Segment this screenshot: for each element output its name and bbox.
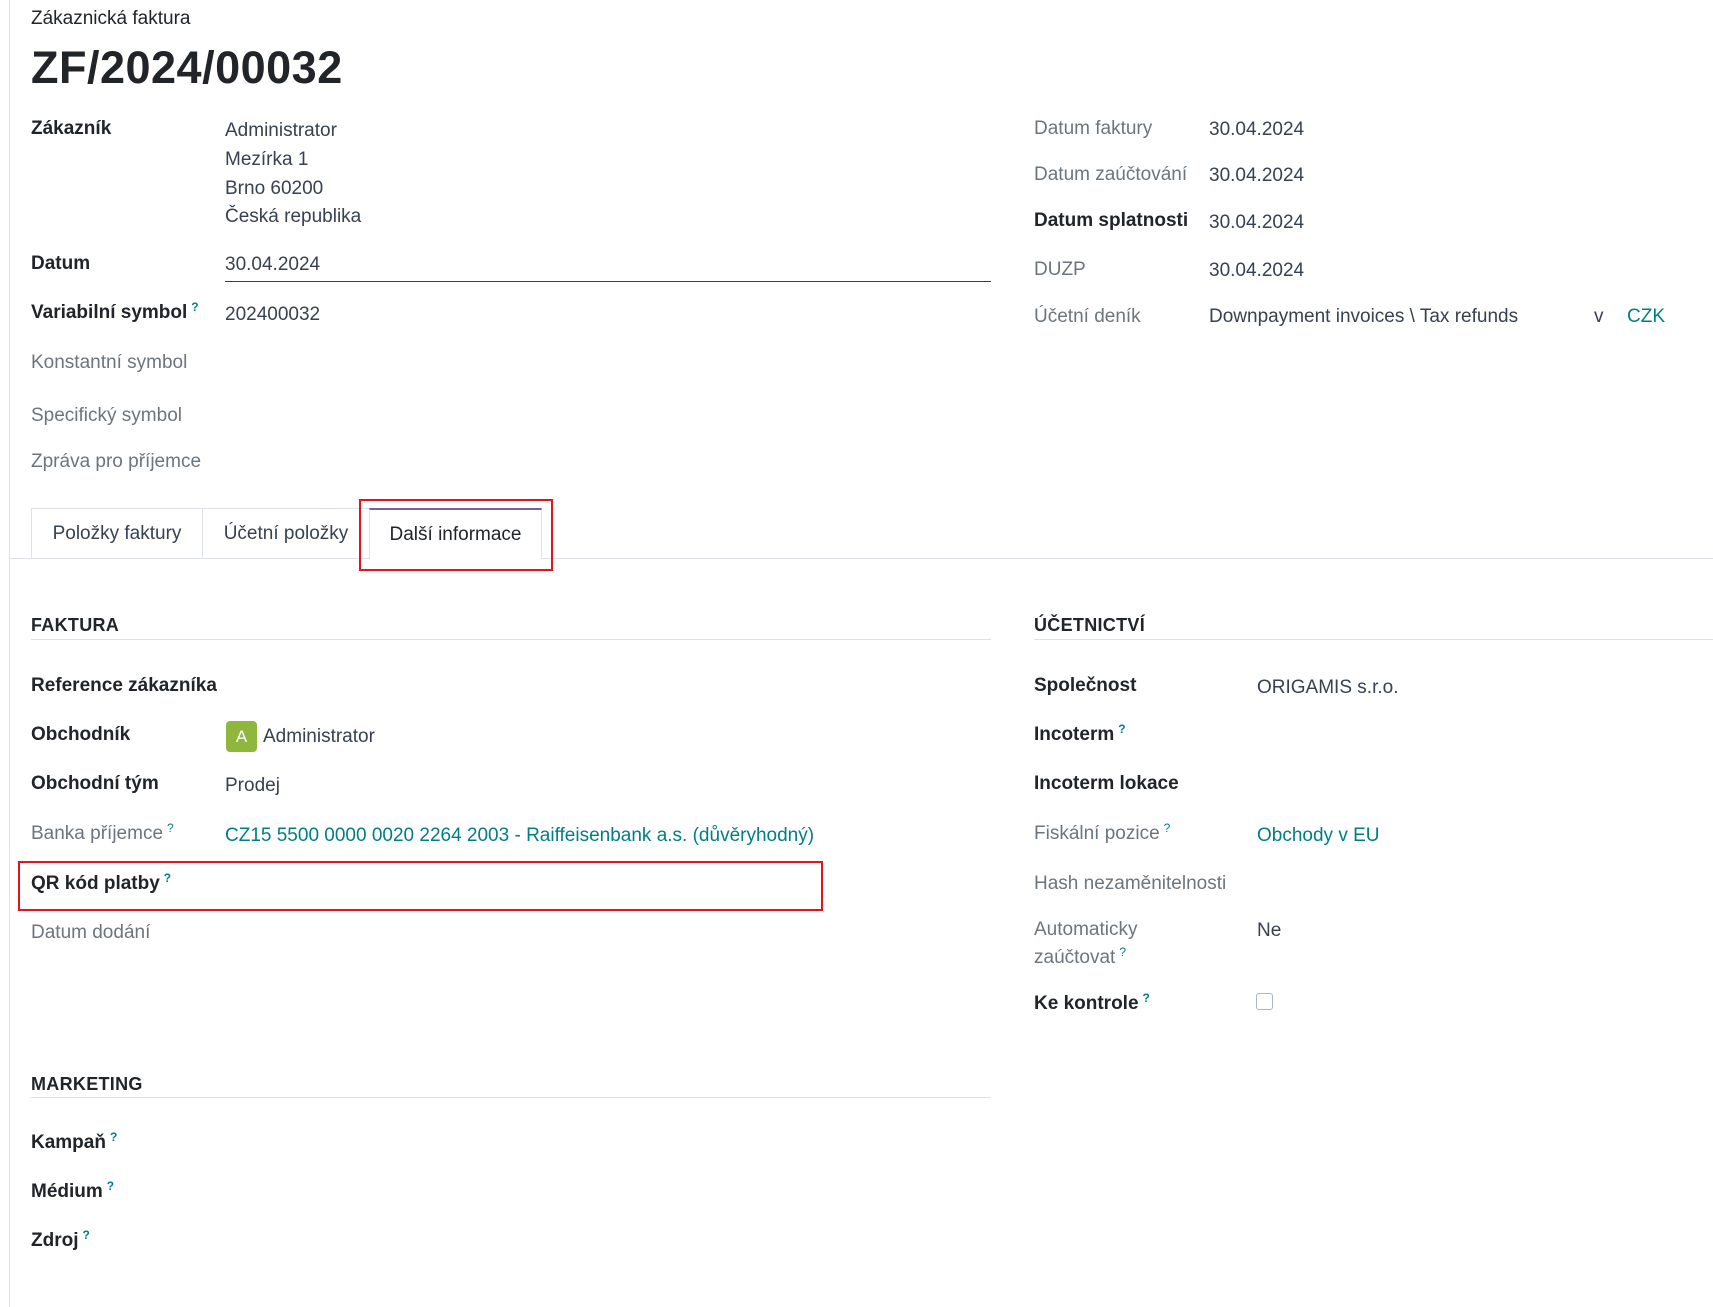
accounting-date-label: Datum zaúčtování — [1034, 164, 1188, 185]
customer-city: Brno 60200 — [225, 178, 324, 199]
help-icon[interactable]: ? — [1143, 991, 1150, 1005]
fiscal-position-link[interactable]: Obchody v EU — [1257, 825, 1380, 847]
invoice-number: ZF/2024/00032 — [31, 42, 343, 93]
marketing-section-divider — [31, 1097, 991, 1098]
customer-name[interactable]: Administrator — [225, 120, 337, 142]
avatar: A — [226, 721, 257, 752]
due-date-field[interactable]: 30.04.2024 — [1209, 212, 1304, 234]
variable-symbol-field[interactable]: 202400032 — [225, 304, 320, 326]
accounting-section-title: ÚČETNICTVÍ — [1034, 615, 1145, 635]
delivery-date-label: Datum dodání — [31, 922, 151, 943]
customer-street: Mezírka 1 — [225, 149, 309, 170]
journal-field[interactable]: Downpayment invoices \ Tax refunds — [1209, 306, 1518, 328]
help-icon[interactable]: ? — [1119, 945, 1126, 959]
duzp-label: DUZP — [1034, 259, 1086, 280]
to-check-label: Ke kontrole? — [1034, 990, 1150, 1014]
duzp-field[interactable]: 30.04.2024 — [1209, 260, 1304, 282]
accounting-date-field[interactable]: 30.04.2024 — [1209, 165, 1304, 187]
salesperson-label: Obchodník — [31, 724, 131, 745]
incoterm-label: Incoterm? — [1034, 721, 1126, 745]
company-label: Společnost — [1034, 675, 1137, 696]
help-icon[interactable]: ? — [107, 1179, 114, 1193]
invoice-section-divider — [31, 639, 991, 640]
variable-symbol-label: Variabilní symbol? — [31, 299, 199, 323]
inalterability-hash-label: Hash nezaměnitelnosti — [1034, 873, 1227, 894]
due-date-label: Datum splatnosti — [1034, 210, 1189, 231]
specific-symbol-label: Specifický symbol — [31, 405, 182, 426]
currency-link[interactable]: CZK — [1627, 306, 1665, 328]
auto-post-label-line2: zaúčtovat? — [1034, 944, 1127, 968]
invoice-date-label: Datum faktury — [1034, 118, 1153, 139]
campaign-label: Kampaň? — [31, 1129, 118, 1153]
recipient-bank-link[interactable]: CZ15 5500 0000 0020 2264 2003 - Raiffeis… — [225, 825, 814, 847]
recipient-bank-label: Banka příjemce? — [31, 820, 174, 844]
date-input-underline — [225, 281, 991, 282]
sales-team-field[interactable]: Prodej — [225, 775, 280, 797]
invoice-date-field[interactable]: 30.04.2024 — [1209, 119, 1304, 141]
customer-country: Česká republika — [225, 206, 362, 227]
date-label: Datum — [31, 253, 91, 274]
help-icon[interactable]: ? — [167, 821, 174, 835]
help-icon[interactable]: ? — [1164, 821, 1171, 835]
auto-post-label-line1: Automaticky — [1034, 919, 1138, 940]
journal-label: Účetní deník — [1034, 306, 1141, 327]
help-icon[interactable]: ? — [191, 300, 198, 314]
medium-label: Médium? — [31, 1178, 115, 1202]
tabs-divider — [9, 558, 1713, 559]
document-type: Zákaznická faktura — [31, 8, 191, 29]
journal-in-text: v — [1594, 306, 1604, 327]
company-field[interactable]: ORIGAMIS s.r.o. — [1257, 677, 1398, 699]
constant-symbol-label: Konstantní symbol — [31, 352, 188, 373]
tab-highlight-box — [359, 499, 553, 571]
accounting-section-divider — [1034, 639, 1713, 640]
incoterm-location-label: Incoterm lokace — [1034, 773, 1179, 794]
customer-label: Zákazník — [31, 118, 112, 139]
tab-journal-items[interactable]: Účetní položky — [202, 508, 370, 558]
tab-invoice-lines[interactable]: Položky faktury — [31, 508, 203, 558]
to-check-checkbox[interactable] — [1256, 993, 1273, 1010]
help-icon[interactable]: ? — [83, 1228, 90, 1242]
left-border — [9, 0, 10, 1307]
customer-reference-label: Reference zákazníka — [31, 675, 217, 696]
salesperson-field[interactable]: Administrator — [263, 726, 375, 748]
help-icon[interactable]: ? — [110, 1130, 117, 1144]
help-icon[interactable]: ? — [1118, 722, 1125, 736]
source-label: Zdroj? — [31, 1227, 90, 1251]
sales-team-label: Obchodní tým — [31, 773, 159, 794]
marketing-section-title: MARKETING — [31, 1074, 143, 1094]
auto-post-field[interactable]: Ne — [1257, 920, 1281, 942]
qr-highlight-box — [18, 861, 823, 911]
payment-message-label: Zpráva pro příjemce — [31, 451, 202, 472]
fiscal-position-label: Fiskální pozice? — [1034, 820, 1171, 844]
date-input[interactable]: 30.04.2024 — [225, 254, 320, 276]
invoice-section-title: FAKTURA — [31, 615, 120, 635]
